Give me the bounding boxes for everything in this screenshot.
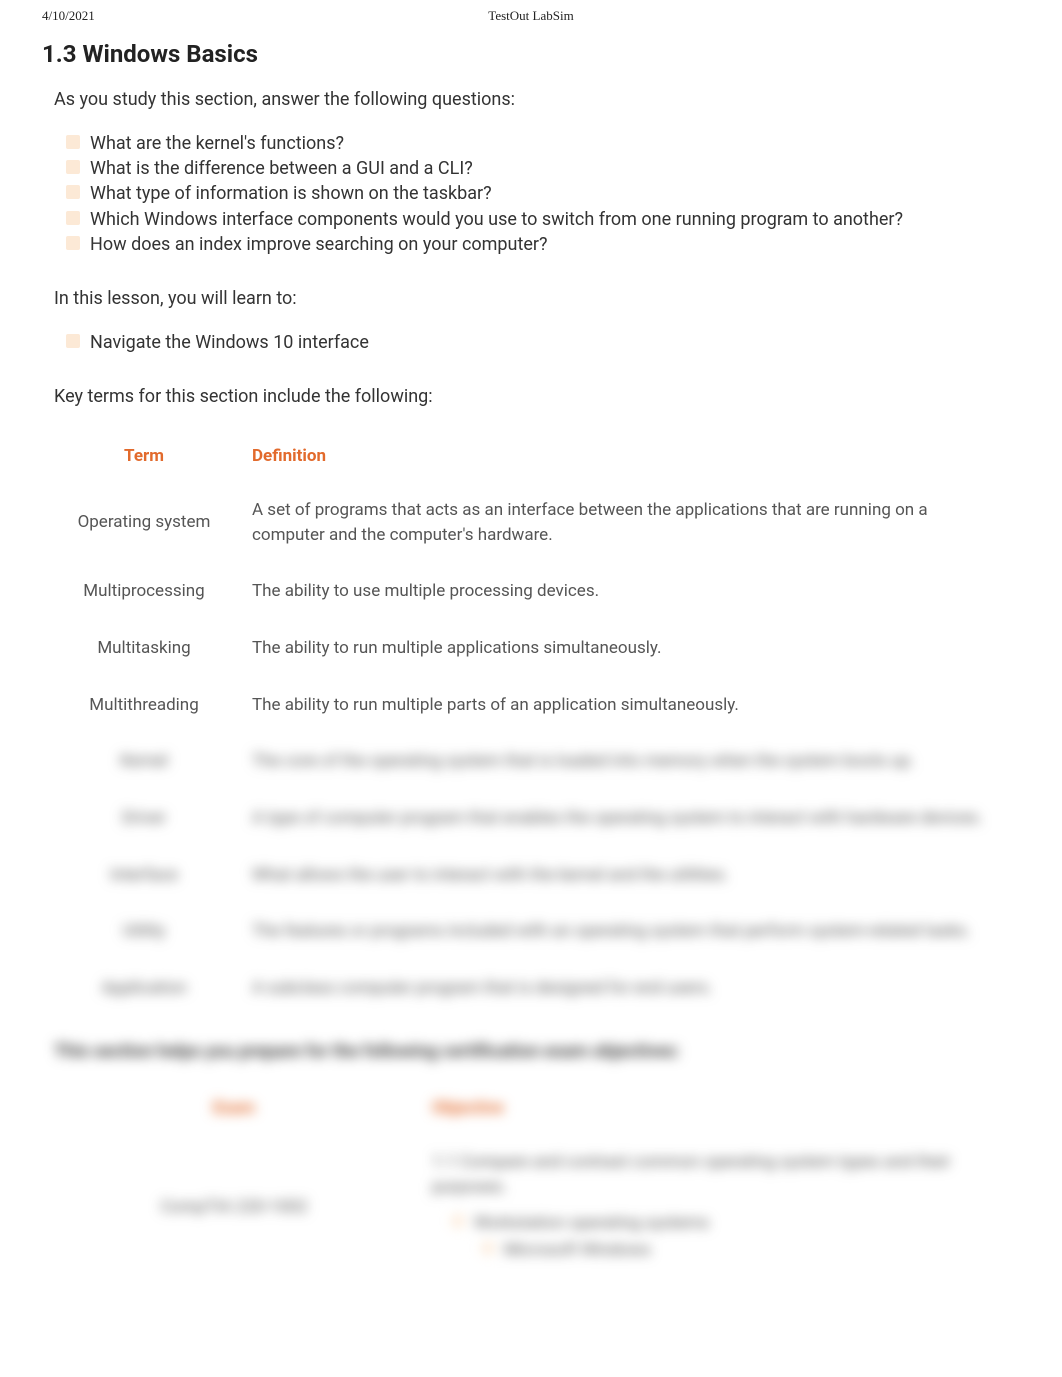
objective-cell: 1.1 Compare and contrast common operatin… bbox=[414, 1136, 1020, 1280]
list-item: Microsoft Windows bbox=[486, 1238, 1002, 1264]
definition-cell: A type of computer program that enables … bbox=[234, 792, 1020, 845]
exam-objectives-table: Exam Objective CompTIA 220-1002 1.1 Comp… bbox=[54, 1080, 1020, 1284]
definition-cell: What allows the user to interact with th… bbox=[234, 849, 1020, 902]
exam-cell: CompTIA 220-1002 bbox=[54, 1136, 414, 1280]
definition-cell: The ability to run multiple parts of an … bbox=[234, 679, 1020, 732]
table-row: CompTIA 220-1002 1.1 Compare and contras… bbox=[54, 1136, 1020, 1280]
objective-sublist: Workstation operating systems Microsoft … bbox=[456, 1211, 1002, 1264]
term-cell: Driver bbox=[54, 792, 234, 845]
page-header: 4/10/2021 TestOut LabSim bbox=[0, 0, 1062, 28]
learn-intro: In this lesson, you will learn to: bbox=[54, 285, 1020, 312]
table-row: Multithreading The ability to run multip… bbox=[54, 679, 1020, 732]
header-date: 4/10/2021 bbox=[42, 8, 95, 24]
list-item: How does an index improve searching on y… bbox=[72, 232, 1020, 257]
column-header-term: Term bbox=[54, 432, 234, 480]
table-row: Multiprocessing The ability to use multi… bbox=[54, 565, 1020, 618]
learn-list: Navigate the Windows 10 interface bbox=[72, 330, 1020, 355]
term-cell: Multithreading bbox=[54, 679, 234, 732]
table-row: Interface What allows the user to intera… bbox=[54, 849, 1020, 902]
table-header-row: Exam Objective bbox=[54, 1084, 1020, 1132]
term-cell: Operating system bbox=[54, 484, 234, 561]
keyterms-intro: Key terms for this section include the f… bbox=[54, 383, 1020, 410]
column-header-definition: Definition bbox=[234, 432, 1020, 480]
list-item: Navigate the Windows 10 interface bbox=[72, 330, 1020, 355]
list-item: What is the difference between a GUI and… bbox=[72, 156, 1020, 181]
term-cell: Application bbox=[54, 962, 234, 1015]
intro-text: As you study this section, answer the fo… bbox=[54, 86, 1020, 113]
list-item: What are the kernel's functions? bbox=[72, 131, 1020, 156]
definition-cell: The features or programs included with a… bbox=[234, 905, 1020, 958]
term-cell: Kernel bbox=[54, 735, 234, 788]
list-item: Workstation operating systems bbox=[456, 1211, 1002, 1237]
study-questions-list: What are the kernel's functions? What is… bbox=[72, 131, 1020, 257]
definition-cell: A subclass computer program that is desi… bbox=[234, 962, 1020, 1015]
table-row: Multitasking The ability to run multiple… bbox=[54, 622, 1020, 675]
header-title: TestOut LabSim bbox=[488, 8, 573, 24]
table-row: Application A subclass computer program … bbox=[54, 962, 1020, 1015]
list-item: What type of information is shown on the… bbox=[72, 181, 1020, 206]
definition-cell: The ability to run multiple applications… bbox=[234, 622, 1020, 675]
term-cell: Multiprocessing bbox=[54, 565, 234, 618]
term-cell: Utility bbox=[54, 905, 234, 958]
table-row: Operating system A set of programs that … bbox=[54, 484, 1020, 561]
table-row: Driver A type of computer program that e… bbox=[54, 792, 1020, 845]
definition-cell: The ability to use multiple processing d… bbox=[234, 565, 1020, 618]
term-cell: Interface bbox=[54, 849, 234, 902]
table-row: Utility The features or programs include… bbox=[54, 905, 1020, 958]
column-header-exam: Exam bbox=[54, 1084, 414, 1132]
term-cell: Multitasking bbox=[54, 622, 234, 675]
table-header-row: Term Definition bbox=[54, 432, 1020, 480]
blurred-certification-section: This section helps you prepare for the f… bbox=[42, 1041, 1020, 1284]
definition-cell: A set of programs that acts as an interf… bbox=[234, 484, 1020, 561]
certification-intro: This section helps you prepare for the f… bbox=[54, 1041, 1020, 1062]
section-title: 1.3 Windows Basics bbox=[42, 40, 1020, 68]
list-item: Which Windows interface components would… bbox=[72, 207, 1020, 232]
column-header-objective: Objective bbox=[414, 1084, 1020, 1132]
table-row: Kernel The core of the operating system … bbox=[54, 735, 1020, 788]
document-content: 1.3 Windows Basics As you study this sec… bbox=[0, 40, 1062, 1284]
objective-main: 1.1 Compare and contrast common operatin… bbox=[432, 1152, 951, 1198]
definition-cell: The core of the operating system that is… bbox=[234, 735, 1020, 788]
key-terms-table: Term Definition Operating system A set o… bbox=[54, 428, 1020, 1018]
